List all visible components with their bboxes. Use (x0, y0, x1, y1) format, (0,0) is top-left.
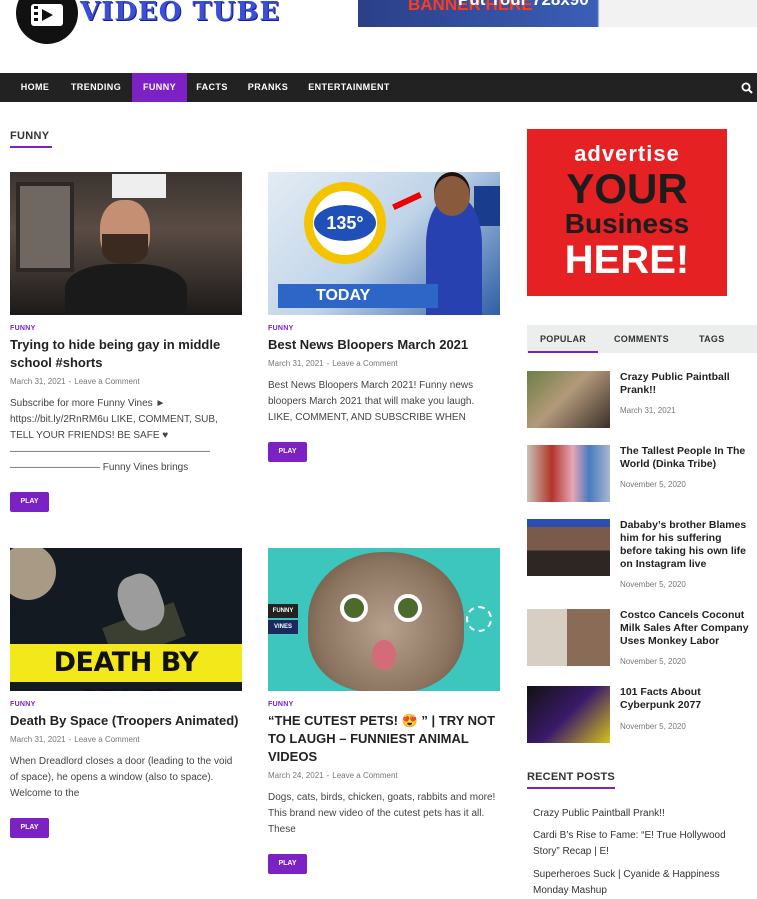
post-meta: March 31, 2021- Leave a Comment (268, 359, 398, 368)
play-button[interactable]: PLAY (268, 854, 307, 874)
post-meta: March 31, 2021- Leave a Comment (10, 735, 140, 744)
post-meta: March 31, 2021- Leave a Comment (10, 377, 140, 386)
popular-date: November 5, 2020 (620, 722, 686, 731)
logo-icon[interactable] (16, 0, 78, 44)
post-card: FUNNY Trying to hide being gay in middle… (10, 172, 242, 512)
main-nav: HOME TRENDING FUNNY FACTS PRANKS ENTERTA… (0, 73, 757, 102)
popular-thumbnail[interactable] (527, 371, 610, 428)
post-date: March 31, 2021 (10, 377, 66, 386)
nav-item-facts[interactable]: FACTS (190, 73, 234, 102)
thumb-title: DEATH BY SPACE (10, 644, 242, 691)
header-banner-ad[interactable]: Put Your 728x90 BANNER HERE (358, 0, 757, 27)
popular-title[interactable]: The Tallest People In The World (Dinka T… (620, 445, 754, 471)
post-date: March 31, 2021 (10, 735, 66, 744)
tab-popular[interactable]: POPULAR (527, 325, 599, 353)
post-comment-link[interactable]: Leave a Comment (74, 377, 139, 386)
recent-post-link[interactable]: Cardi B’s Rise to Fame: “E! True Hollywo… (533, 828, 753, 860)
post-category[interactable]: FUNNY (268, 701, 500, 708)
banner-text: Put Your 728x90 (458, 0, 589, 10)
popular-title[interactable]: 101 Facts About Cyberpunk 2077 (620, 686, 754, 712)
section-title: FUNNY (10, 130, 53, 148)
popular-post: Dababy’s brother Blames him for his suff… (527, 519, 757, 589)
ad-line: advertise (574, 141, 680, 166)
nav-item-funny[interactable]: FUNNY (132, 73, 187, 102)
sidebar-ad[interactable]: advertise YOUR Business HERE! (527, 129, 727, 296)
post-category[interactable]: FUNNY (10, 325, 242, 332)
thumb-banner: TODAY (278, 284, 438, 308)
post-card: DEATH BY SPACE FUNNY Death By Space (Tro… (10, 548, 242, 838)
popular-date: March 31, 2021 (620, 406, 676, 415)
popular-date: November 5, 2020 (620, 580, 686, 589)
post-comment-link[interactable]: Leave a Comment (332, 359, 397, 368)
popular-thumbnail[interactable] (527, 686, 610, 743)
search-icon[interactable] (741, 82, 753, 94)
play-button[interactable]: PLAY (268, 442, 307, 462)
popular-title[interactable]: Dababy’s brother Blames him for his suff… (620, 519, 754, 571)
post-excerpt: Subscribe for more Funny Vines ► https:/… (10, 398, 218, 473)
post-category[interactable]: FUNNY (10, 701, 242, 708)
popular-thumbnail[interactable] (527, 519, 610, 576)
nav-item-pranks[interactable]: PRANKS (240, 73, 296, 102)
post-thumbnail[interactable]: FUNNY VINES (268, 548, 500, 691)
post-title[interactable]: “THE CUTEST PETS! 😍 ” | TRY NOT TO LAUGH… (268, 712, 500, 766)
recent-posts-title: RECENT POSTS (527, 771, 615, 789)
post-excerpt: When Dreadlord closes a door (leading to… (10, 756, 233, 799)
post-thumbnail[interactable]: 135° TODAY (268, 172, 500, 315)
post-thumbnail[interactable]: DEATH BY SPACE (10, 548, 242, 691)
nav-item-entertainment[interactable]: ENTERTAINMENT (302, 73, 396, 102)
popular-date: November 5, 2020 (620, 657, 686, 666)
site-header: VIDEO TUBE Put Your 728x90 BANNER HERE (0, 0, 757, 72)
popular-thumbnail[interactable] (527, 609, 610, 666)
popular-title[interactable]: Costco Cancels Coconut Milk Sales After … (620, 609, 754, 648)
post-title[interactable]: Trying to hide being gay in middle schoo… (10, 336, 242, 372)
post-meta: March 24, 2021- Leave a Comment (268, 771, 398, 780)
post-card: 135° TODAY FUNNY Best News Bloopers Marc… (268, 172, 500, 462)
ad-line: HERE! (564, 238, 690, 282)
popular-post: Costco Cancels Coconut Milk Sales After … (527, 609, 757, 669)
thumb-label: VINES (268, 620, 298, 634)
recent-post-link[interactable]: Crazy Public Paintball Prank!! (533, 806, 753, 822)
ad-line: Business (564, 208, 690, 239)
site-logo-text[interactable]: VIDEO TUBE (80, 0, 280, 27)
post-excerpt: Dogs, cats, birds, chicken, goats, rabbi… (268, 792, 496, 835)
recent-post-link[interactable]: Superheroes Suck | Cyanide & Happiness M… (533, 867, 753, 899)
post-excerpt: Best News Bloopers March 2021! Funny new… (268, 380, 475, 423)
popular-post: 101 Facts About Cyberpunk 2077 November … (527, 686, 757, 746)
channel-badge-icon (466, 606, 492, 632)
post-date: March 24, 2021 (268, 771, 324, 780)
thumb-label: FUNNY (268, 604, 298, 618)
tab-tags[interactable]: TAGS (699, 325, 725, 353)
popular-date: November 5, 2020 (620, 480, 686, 489)
play-button[interactable]: PLAY (10, 492, 49, 512)
popular-title[interactable]: Crazy Public Paintball Prank!! (620, 371, 754, 397)
post-category[interactable]: FUNNY (268, 325, 500, 332)
popular-post: The Tallest People In The World (Dinka T… (527, 445, 757, 505)
popular-thumbnail[interactable] (527, 445, 610, 502)
ad-line: YOUR (566, 165, 688, 212)
post-comment-link[interactable]: Leave a Comment (74, 735, 139, 744)
post-comment-link[interactable]: Leave a Comment (332, 771, 397, 780)
popular-post: Crazy Public Paintball Prank!! March 31,… (527, 371, 757, 431)
post-date: March 31, 2021 (268, 359, 324, 368)
play-button[interactable]: PLAY (10, 818, 49, 838)
tab-comments[interactable]: COMMENTS (614, 325, 669, 353)
post-title[interactable]: Death By Space (Troopers Animated) (10, 712, 242, 730)
thumb-temperature: 135° (314, 205, 376, 241)
nav-item-trending[interactable]: TRENDING (64, 73, 128, 102)
nav-item-home[interactable]: HOME (10, 73, 60, 102)
post-title[interactable]: Best News Bloopers March 2021 (268, 336, 500, 354)
post-thumbnail[interactable] (10, 172, 242, 315)
post-card: FUNNY VINES FUNNY “THE CUTEST PETS! 😍 ” … (268, 548, 500, 874)
sidebar-tabs: POPULAR COMMENTS TAGS (527, 325, 757, 353)
